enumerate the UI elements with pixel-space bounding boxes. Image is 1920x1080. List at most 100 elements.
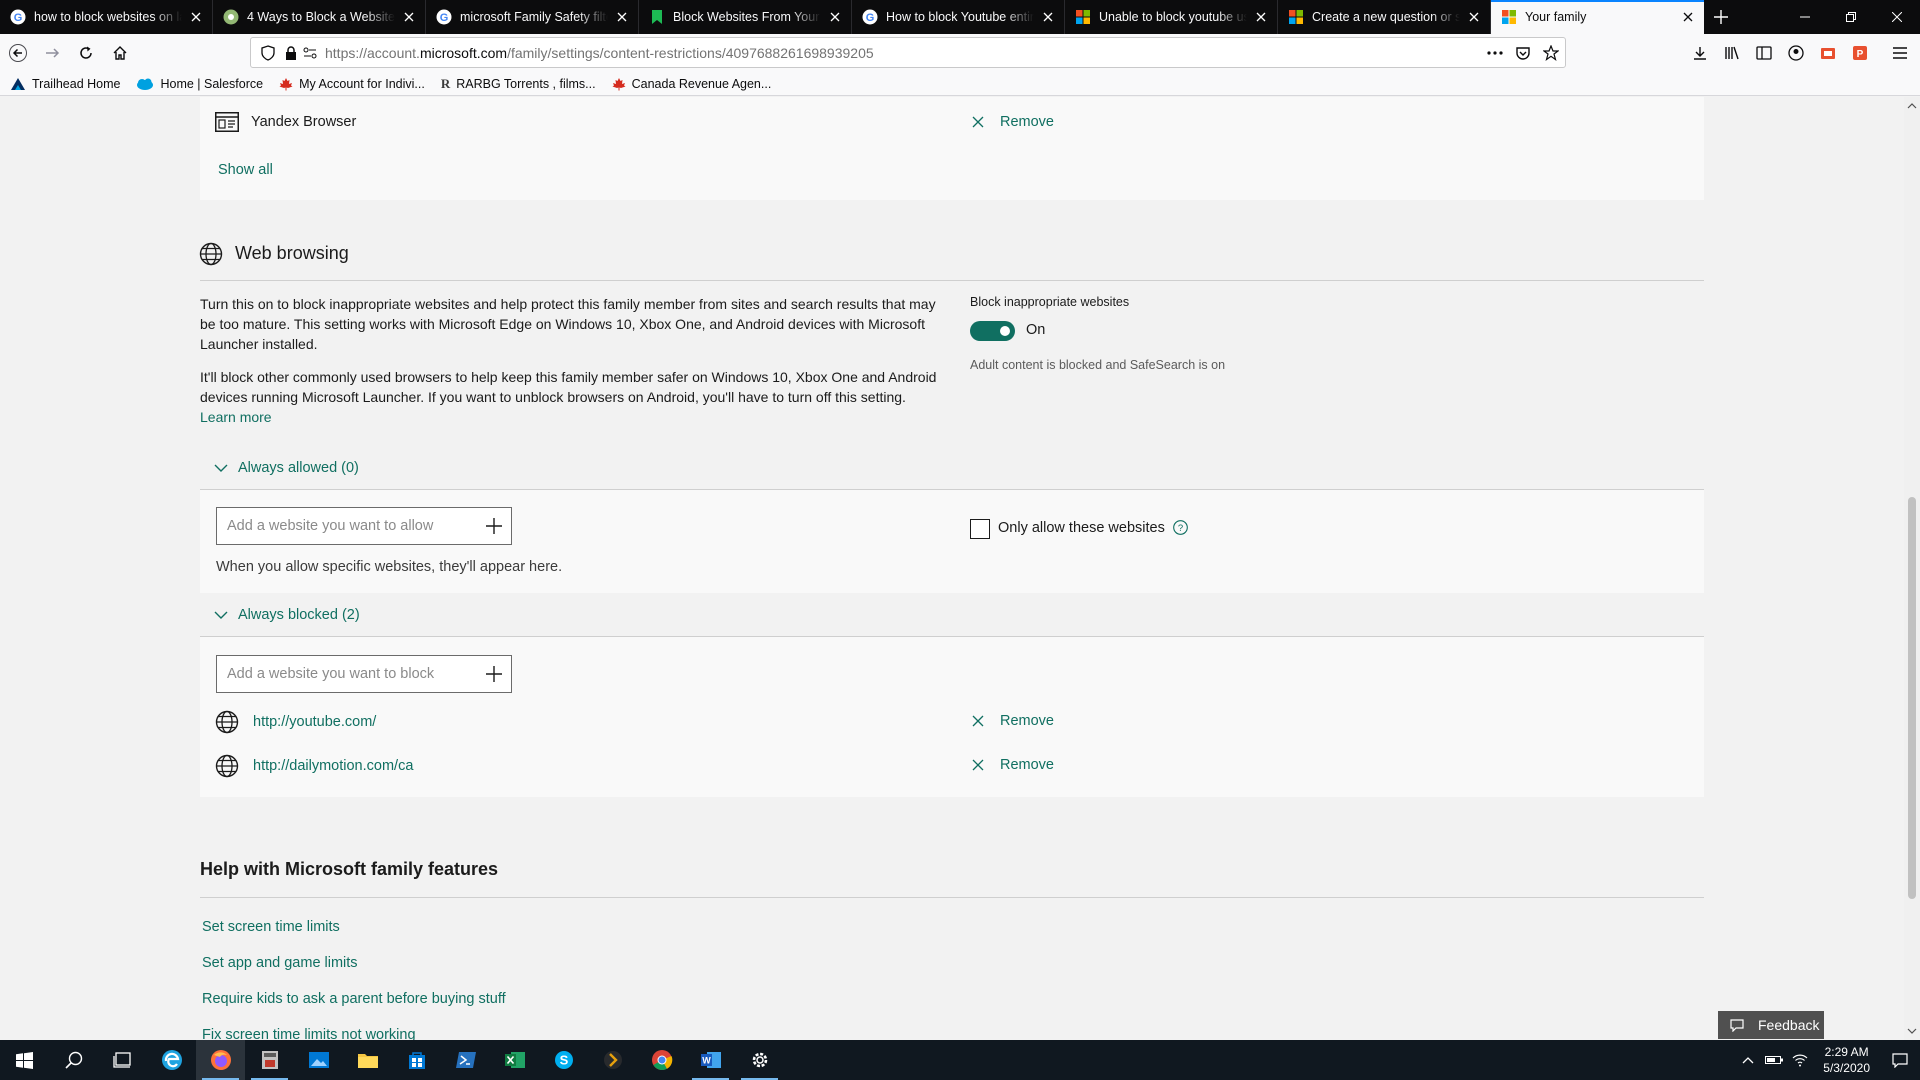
block-website-input[interactable]: Add a website you want to block	[216, 655, 512, 693]
close-tab-icon[interactable]	[188, 9, 204, 25]
search-icon[interactable]	[49, 1040, 98, 1080]
browser-tab[interactable]: G how to block websites on lap	[0, 0, 213, 34]
page-scrollbar[interactable]	[1904, 97, 1920, 1040]
close-tab-icon[interactable]	[1466, 9, 1482, 25]
allow-website-input[interactable]: Add a website you want to allow	[216, 507, 512, 545]
lock-icon[interactable]	[285, 45, 297, 60]
skype-icon[interactable]: S	[539, 1040, 588, 1080]
address-bar[interactable]: https://account.microsoft.com/family/set…	[250, 37, 1566, 68]
page-viewport: Yandex Browser Remove Show all Web brows…	[0, 97, 1904, 1040]
bookmark-item[interactable]: My Account for Indivi...	[279, 77, 425, 91]
browser-tab[interactable]: Block Websites From Your Re	[639, 0, 852, 34]
close-window-button[interactable]	[1874, 0, 1920, 34]
task-view-icon[interactable]	[98, 1040, 147, 1080]
remove-app-button[interactable]: Remove	[972, 114, 1054, 130]
bookmark-star-icon[interactable]	[1543, 44, 1559, 61]
home-button[interactable]	[104, 37, 136, 69]
bookmark-item[interactable]: R RARBG Torrents , films...	[441, 76, 596, 92]
library-icon[interactable]	[1720, 41, 1744, 65]
powershell-icon[interactable]	[441, 1040, 490, 1080]
navigation-toolbar: https://account.microsoft.com/family/set…	[0, 34, 1920, 72]
wifi-icon[interactable]	[1787, 1040, 1813, 1080]
permissions-icon[interactable]	[303, 47, 317, 59]
feedback-button[interactable]: Feedback	[1718, 1011, 1824, 1039]
web-browsing-description-2: It'll block other commonly used browsers…	[200, 367, 938, 427]
salesforce-cloud-icon	[136, 78, 154, 90]
close-tab-icon[interactable]	[1680, 9, 1696, 25]
only-allow-checkbox[interactable]	[970, 519, 990, 539]
browser-tab[interactable]: Unable to block youtube usi	[1065, 0, 1278, 34]
globe-icon	[215, 710, 239, 734]
browser-tab[interactable]: 4 Ways to Block a Website on	[213, 0, 426, 34]
show-all-link[interactable]: Show all	[218, 162, 273, 178]
chevron-up-icon[interactable]	[1735, 1040, 1761, 1080]
app-calculator-icon[interactable]	[245, 1040, 294, 1080]
tracking-shield-icon[interactable]	[261, 44, 275, 61]
browser-tab[interactable]: G microsoft Family Safety filter	[426, 0, 639, 34]
blocked-site-url[interactable]: http://youtube.com/	[253, 714, 376, 730]
url-prefix: https://account.	[325, 44, 420, 61]
always-allowed-expander[interactable]: Always allowed (0)	[200, 446, 1704, 490]
add-plus-icon[interactable]	[485, 517, 503, 535]
browser-tab[interactable]: Create a new question or sta	[1278, 0, 1491, 34]
restore-button[interactable]	[1828, 0, 1874, 34]
blocked-site-url[interactable]: http://dailymotion.com/ca	[253, 758, 413, 774]
page-actions-icon[interactable]	[1487, 50, 1503, 55]
battery-icon[interactable]	[1761, 1040, 1787, 1080]
help-link[interactable]: Fix screen time limits not working	[202, 1027, 416, 1040]
account-icon[interactable]	[1784, 41, 1808, 65]
close-tab-icon[interactable]	[401, 9, 417, 25]
reload-button[interactable]	[70, 37, 102, 69]
scroll-down-arrow-icon[interactable]	[1907, 1026, 1917, 1036]
tab-title: 4 Ways to Block a Website on	[247, 10, 395, 24]
browser-tab-active[interactable]: Your family	[1491, 0, 1704, 34]
close-tab-icon[interactable]	[614, 9, 630, 25]
excel-icon[interactable]	[490, 1040, 539, 1080]
only-allow-label[interactable]: Only allow these websites	[998, 520, 1165, 536]
scrollbar-thumb[interactable]	[1908, 497, 1916, 899]
close-tab-icon[interactable]	[1040, 9, 1056, 25]
learn-more-link[interactable]: Learn more	[200, 409, 272, 425]
toggle-state-label: On	[1026, 322, 1046, 338]
forward-button[interactable]	[36, 37, 68, 69]
bookmark-item[interactable]: Home | Salesforce	[136, 77, 263, 91]
back-button[interactable]	[2, 37, 34, 69]
downloads-icon[interactable]	[1688, 41, 1712, 65]
close-tab-icon[interactable]	[827, 9, 843, 25]
store-icon[interactable]	[392, 1040, 441, 1080]
block-inappropriate-toggle[interactable]	[970, 321, 1015, 341]
scroll-up-arrow-icon[interactable]	[1907, 101, 1917, 111]
new-tab-button[interactable]	[1704, 0, 1738, 34]
browser-tab[interactable]: G How to block Youtube entire	[852, 0, 1065, 34]
help-link[interactable]: Set screen time limits	[202, 919, 340, 935]
photos-icon[interactable]	[294, 1040, 343, 1080]
word-icon[interactable]: W	[686, 1040, 735, 1080]
close-icon	[972, 759, 984, 771]
notifications-icon[interactable]	[1880, 1040, 1920, 1080]
pocket-icon[interactable]	[1515, 45, 1531, 61]
settings-gear-icon[interactable]	[735, 1040, 784, 1080]
url-domain: microsoft.com	[419, 44, 508, 61]
extension-p-icon[interactable]: P	[1848, 41, 1872, 65]
menu-icon[interactable]	[1888, 41, 1912, 65]
start-button[interactable]	[0, 1040, 49, 1080]
extension-icon[interactable]	[1816, 41, 1840, 65]
clock[interactable]: 2:29 AM 5/3/2020	[1813, 1044, 1880, 1076]
chrome-icon[interactable]	[637, 1040, 686, 1080]
edge-icon[interactable]	[147, 1040, 196, 1080]
help-question-icon[interactable]: ?	[1173, 520, 1188, 535]
always-blocked-expander[interactable]: Always blocked (2)	[200, 593, 1704, 637]
sidebar-icon[interactable]	[1752, 41, 1776, 65]
bookmark-item[interactable]: Canada Revenue Agen...	[612, 77, 771, 91]
remove-blocked-site-button[interactable]: Remove	[972, 757, 1054, 773]
close-tab-icon[interactable]	[1253, 9, 1269, 25]
file-explorer-icon[interactable]	[343, 1040, 392, 1080]
remove-blocked-site-button[interactable]: Remove	[972, 713, 1054, 729]
help-link[interactable]: Set app and game limits	[202, 955, 358, 971]
plex-icon[interactable]	[588, 1040, 637, 1080]
minimize-button[interactable]	[1782, 0, 1828, 34]
add-plus-icon[interactable]	[485, 665, 503, 683]
firefox-icon[interactable]	[196, 1040, 245, 1080]
help-link[interactable]: Require kids to ask a parent before buyi…	[202, 991, 506, 1007]
bookmark-item[interactable]: Trailhead Home	[10, 77, 120, 91]
